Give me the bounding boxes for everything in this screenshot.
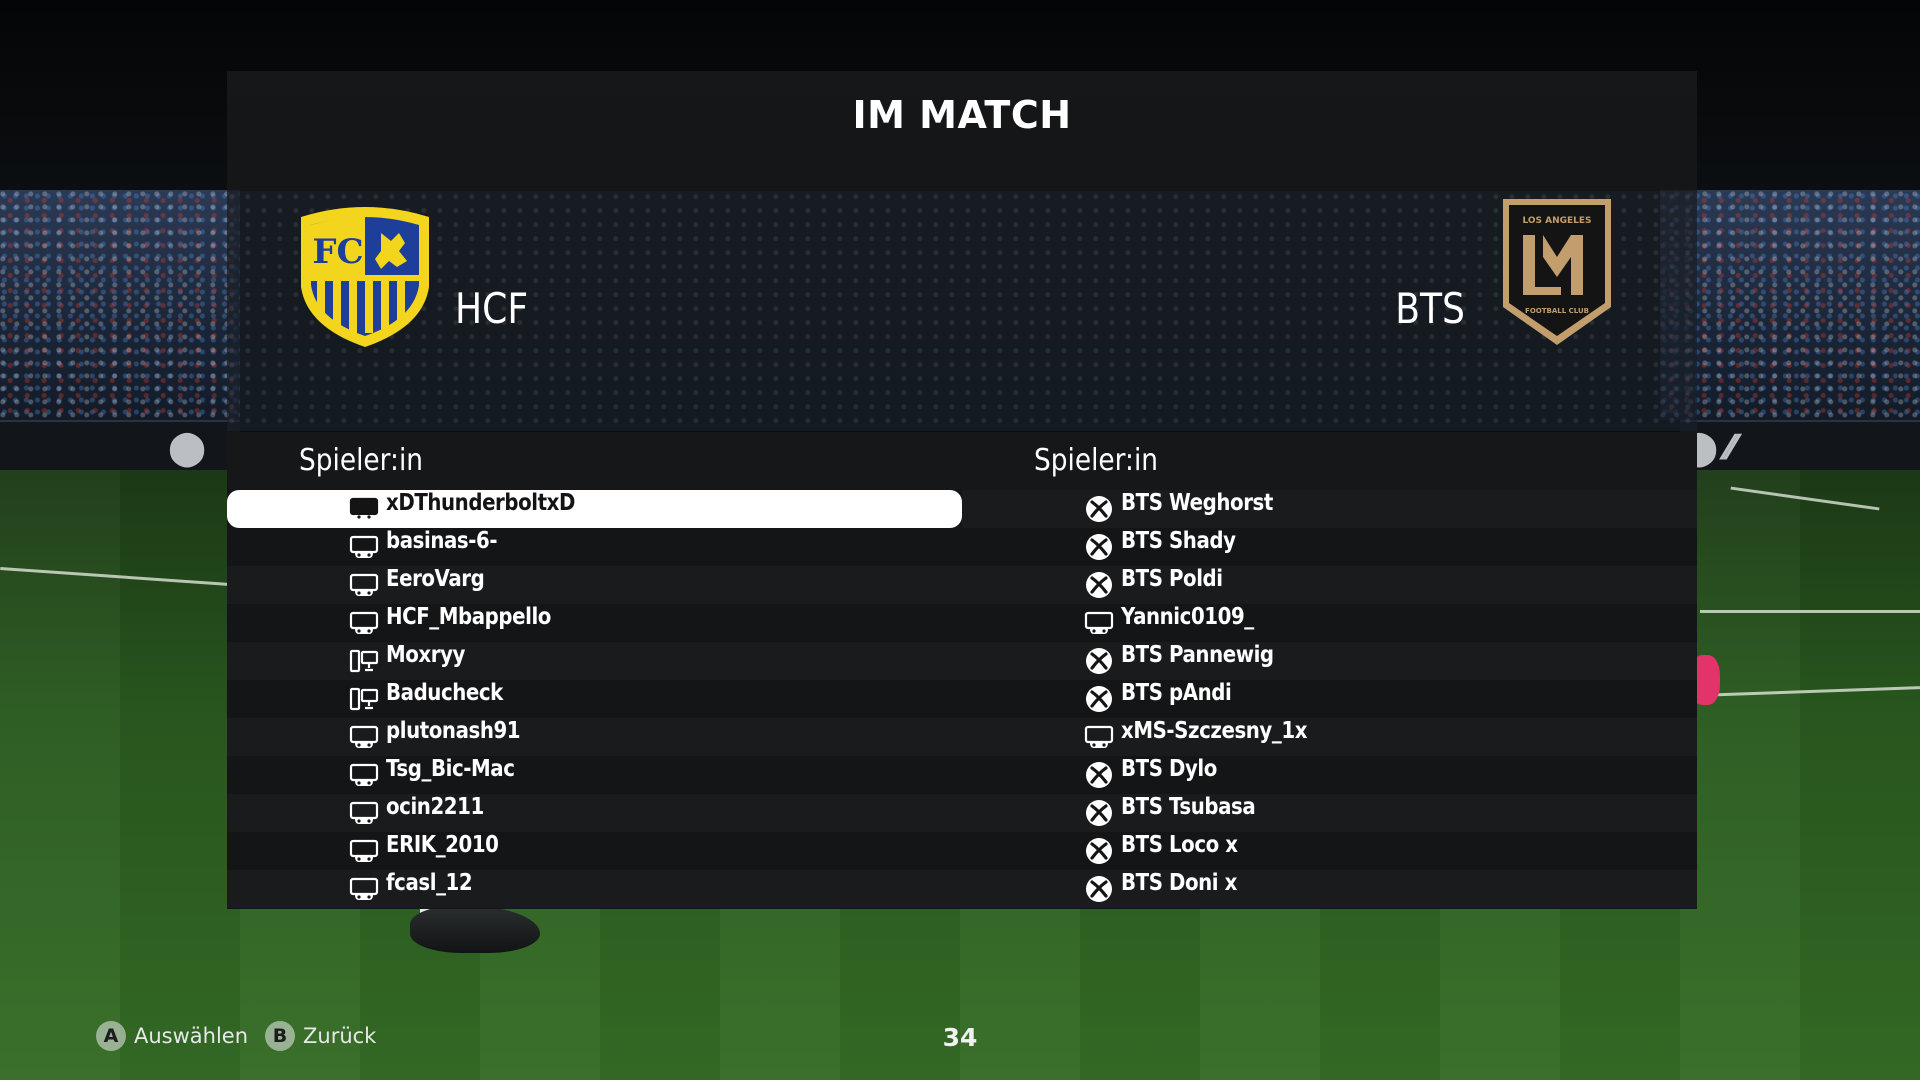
console-icon <box>1084 611 1114 635</box>
xbox-icon <box>1084 876 1114 902</box>
home-player-row[interactable]: HCF_Mbappello <box>227 604 962 642</box>
screen-title: IM MATCH <box>852 93 1072 137</box>
away-player-row[interactable]: BTS Loco x <box>962 832 1697 870</box>
console-icon <box>349 801 379 825</box>
player-name: ocin2211 <box>386 794 484 820</box>
a-button-icon: A <box>96 1021 126 1051</box>
player-name: plutonash91 <box>386 718 521 744</box>
home-player-row[interactable]: EeroVarg <box>227 566 962 604</box>
player-name: Baducheck <box>386 680 503 706</box>
footer: A Auswählen B Zurück 34 <box>0 1018 1920 1062</box>
countdown-timer: 34 <box>942 1023 978 1052</box>
player-name: BTS Doni x <box>1121 870 1237 896</box>
player-name: xMS-Szczesny_1x <box>1121 718 1308 744</box>
home-roster-header-label: Spieler:in <box>299 443 424 478</box>
xbox-icon <box>1084 572 1114 598</box>
home-player-row[interactable]: Baducheck <box>227 680 962 718</box>
xbox-icon <box>1084 838 1114 864</box>
away-player-row[interactable]: BTS Tsubasa <box>962 794 1697 832</box>
away-player-row[interactable]: BTS Poldi <box>962 566 1697 604</box>
xbox-icon <box>1084 496 1114 522</box>
home-roster: Spieler:in xDThunderboltxD basinas-6- Eero… <box>227 432 962 909</box>
back-label: Zurück <box>303 1024 377 1048</box>
home-team-abbr: HCF <box>455 284 529 333</box>
select-label: Auswählen <box>134 1024 249 1048</box>
player-name: BTS pAndi <box>1121 680 1232 706</box>
console-icon <box>349 497 379 521</box>
home-player-row[interactable]: Tsg_Bic-Mac <box>227 756 962 794</box>
svg-text:LOS ANGELES: LOS ANGELES <box>1522 216 1591 226</box>
home-player-row[interactable]: ocin2211 <box>227 794 962 832</box>
away-player-row[interactable]: Yannic0109_ <box>962 604 1697 642</box>
pc-icon <box>349 649 379 673</box>
home-team-crest: FC <box>291 199 439 353</box>
select-hint[interactable]: A Auswählen <box>96 1021 248 1051</box>
away-player-row[interactable]: BTS Pannewig <box>962 642 1697 680</box>
player-name: Yannic0109_ <box>1121 604 1254 630</box>
console-icon <box>349 611 379 635</box>
console-icon <box>349 839 379 863</box>
away-player-row[interactable]: BTS Dylo <box>962 756 1697 794</box>
console-icon <box>349 725 379 749</box>
player-name: BTS Weghorst <box>1121 490 1273 516</box>
away-player-row[interactable]: BTS pAndi <box>962 680 1697 718</box>
pitch-line <box>1700 610 1920 613</box>
console-icon <box>349 573 379 597</box>
player-name: ERIK_2010 <box>386 832 499 858</box>
console-icon <box>349 535 379 559</box>
home-player-list: xDThunderboltxD basinas-6- EeroVarg HCF_Mba… <box>227 490 962 908</box>
home-roster-header: Spieler:in <box>227 432 962 490</box>
home-player-row[interactable]: fcasl_12 <box>227 870 962 908</box>
crowd-stand-left <box>0 190 240 420</box>
player-name: Tsg_Bic-Mac <box>386 756 515 782</box>
home-player-row[interactable]: ERIK_2010 <box>227 832 962 870</box>
xbox-icon <box>1084 800 1114 826</box>
away-player-row[interactable]: BTS Shady <box>962 528 1697 566</box>
player-name: BTS Shady <box>1121 528 1236 554</box>
player-name: xDThunderboltxD <box>386 490 575 516</box>
player-name: basinas-6- <box>386 528 498 554</box>
xbox-icon <box>1084 686 1114 712</box>
player-name: BTS Pannewig <box>1121 642 1274 668</box>
home-player-row[interactable]: basinas-6- <box>227 528 962 566</box>
player-name: BTS Poldi <box>1121 566 1223 592</box>
player-name: EeroVarg <box>386 566 485 592</box>
xbox-icon <box>1084 762 1114 788</box>
away-player-row[interactable]: BTS Doni x <box>962 870 1697 908</box>
svg-text:FC: FC <box>312 232 363 272</box>
away-roster-header: Spieler:in <box>962 432 1697 490</box>
console-icon <box>1084 725 1114 749</box>
xbox-icon <box>1084 648 1114 674</box>
away-player-row[interactable]: BTS Weghorst <box>962 490 1697 528</box>
svg-text:FOOTBALL CLUB: FOOTBALL CLUB <box>1525 307 1589 315</box>
player-name: BTS Dylo <box>1121 756 1217 782</box>
teams-header: IM MATCH FC HCF BTS LOS ANGELES FOOTBALL… <box>227 71 1697 431</box>
away-player-row[interactable]: xMS-Szczesny_1x <box>962 718 1697 756</box>
console-icon <box>349 763 379 787</box>
away-roster-header-label: Spieler:in <box>1034 443 1159 478</box>
back-hint[interactable]: B Zurück <box>265 1021 376 1051</box>
player-name: BTS Loco x <box>1121 832 1238 858</box>
rosters: Spieler:in xDThunderboltxD basinas-6- Eero… <box>227 432 1697 909</box>
home-player-row[interactable]: Moxryy <box>227 642 962 680</box>
pc-icon <box>349 687 379 711</box>
player-name: Moxryy <box>386 642 465 668</box>
player-name: HCF_Mbappello <box>386 604 551 630</box>
in-match-panel: IM MATCH FC HCF BTS LOS ANGELES FOOTBALL… <box>227 71 1697 909</box>
away-team-abbr: BTS <box>1395 284 1465 333</box>
console-icon <box>349 877 379 901</box>
xbox-icon <box>1084 534 1114 560</box>
crowd-stand-right <box>1660 190 1920 420</box>
away-roster: Spieler:in BTS Weghorst BTS Shady BTS Pold… <box>962 432 1697 909</box>
crowd-backdrop <box>227 191 1697 431</box>
home-player-row[interactable]: xDThunderboltxD <box>227 490 962 528</box>
away-player-list: BTS Weghorst BTS Shady BTS Poldi Yannic0109… <box>962 490 1697 908</box>
home-player-row[interactable]: plutonash91 <box>227 718 962 756</box>
player-name: fcasl_12 <box>386 870 473 896</box>
away-team-crest: LOS ANGELES FOOTBALL CLUB <box>1499 195 1615 351</box>
player-name: BTS Tsubasa <box>1121 794 1256 820</box>
b-button-icon: B <box>265 1021 295 1051</box>
